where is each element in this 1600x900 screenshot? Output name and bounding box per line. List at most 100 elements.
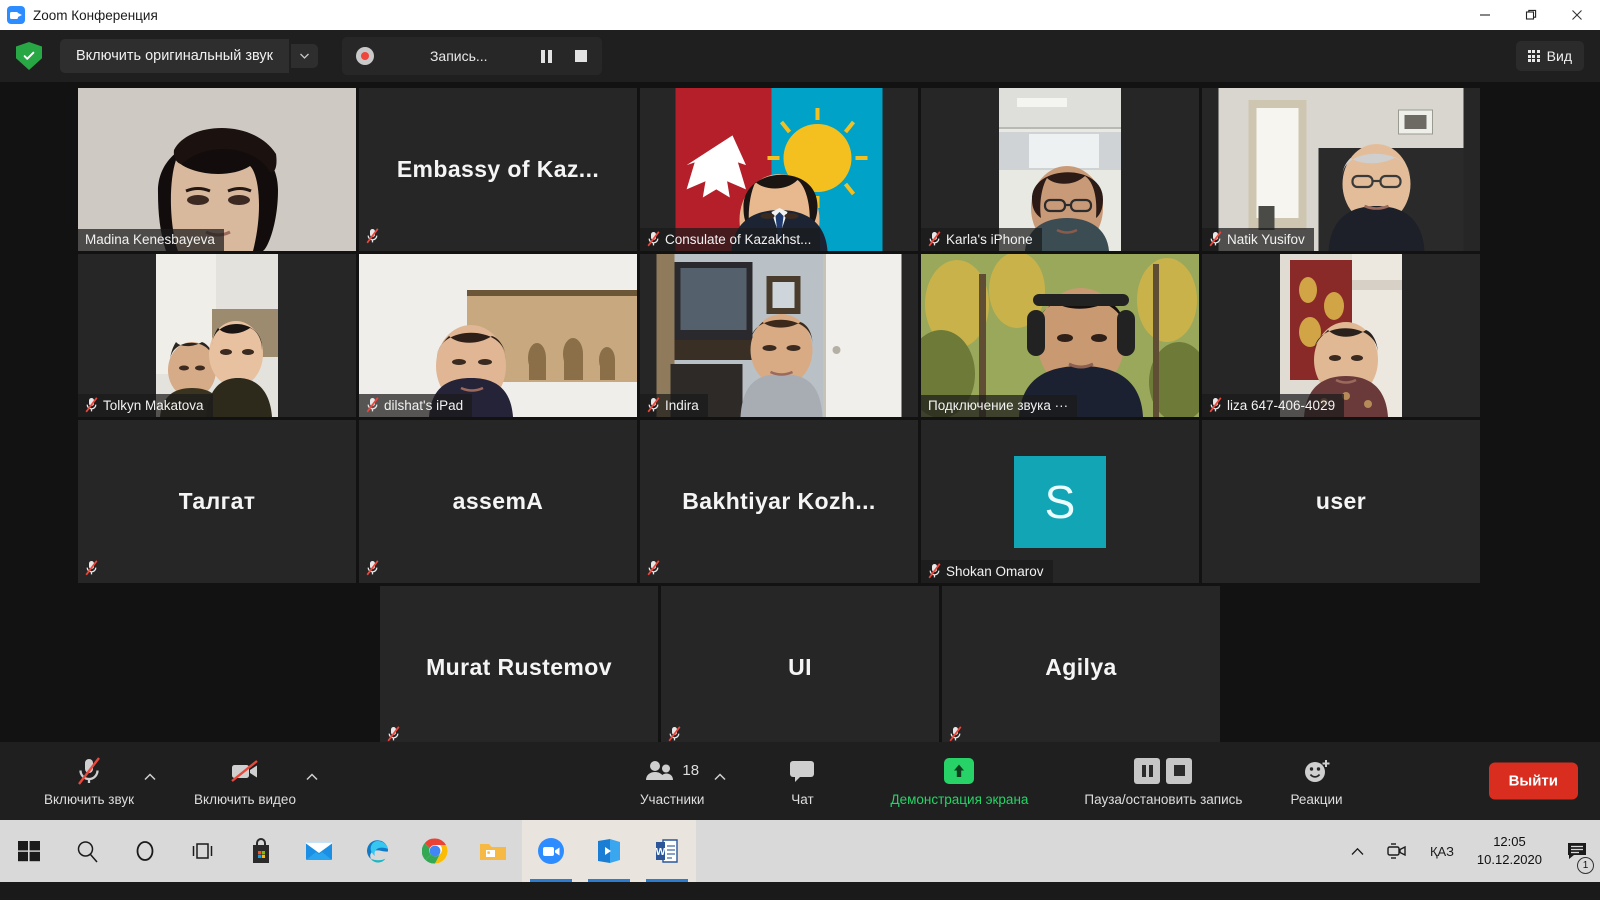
participant-tile[interactable]: Karla's iPhone xyxy=(921,88,1199,251)
participant-video xyxy=(1218,88,1464,251)
participant-video xyxy=(359,254,637,417)
video-grid-row: Murat Rustemov UI Agilya xyxy=(78,586,1522,749)
video-control-group: Включить видео xyxy=(188,756,318,807)
participant-name: Embassy of Kaz... xyxy=(396,156,600,182)
maximize-button[interactable] xyxy=(1508,0,1554,30)
notification-count: 1 xyxy=(1577,857,1594,874)
participant-video xyxy=(1280,254,1402,417)
participant-tile[interactable]: Consulate of Kazakhst... xyxy=(640,88,918,251)
folder-icon[interactable] xyxy=(464,820,522,882)
mic-muted-icon xyxy=(1209,231,1222,247)
participant-name: Талгат xyxy=(178,488,256,514)
meeting-control-bar: Включить звук Включить видео 18 Участник… xyxy=(0,742,1600,820)
participant-name: dilshat's iPad xyxy=(384,397,464,413)
participant-video xyxy=(675,88,883,251)
chat-button[interactable]: Чат xyxy=(772,756,832,807)
cortana-circle-icon[interactable] xyxy=(116,820,174,882)
mic-muted-icon xyxy=(647,560,660,576)
pause-icon[interactable] xyxy=(1134,757,1161,784)
leave-meeting-button[interactable]: Выйти xyxy=(1488,762,1578,800)
participant-tile[interactable]: Подключение звука ··· xyxy=(921,254,1199,417)
participant-nameplate: liza 647-406-4029 xyxy=(1202,394,1345,417)
grid-view-icon xyxy=(1527,50,1540,62)
pause-stop-recording-button[interactable]: Пауза/остановить запись xyxy=(1078,756,1248,807)
participants-button[interactable]: 18 Участники xyxy=(634,756,711,807)
participant-tile[interactable]: assemA xyxy=(359,420,637,583)
search-icon[interactable] xyxy=(58,820,116,882)
pause-recording-button[interactable] xyxy=(530,39,564,73)
participant-name: Madina Kenesbayeva xyxy=(85,232,215,247)
share-screen-button[interactable]: Демонстрация экрана xyxy=(884,756,1034,807)
video-toggle-label: Включить видео xyxy=(194,791,296,807)
participant-tile[interactable]: Tolkyn Makatova xyxy=(78,254,356,417)
participant-tile[interactable]: Bakhtiyar Kozh... xyxy=(640,420,918,583)
word-icon[interactable]: W xyxy=(638,820,696,882)
language-indicator[interactable]: ҚАЗ xyxy=(1419,844,1465,859)
participant-name: Natik Yusifov xyxy=(1227,231,1305,247)
recording-indicator-group: Запись... xyxy=(341,37,602,75)
participant-tile[interactable]: Embassy of Kaz... xyxy=(359,88,637,251)
notification-icon[interactable]: 1 xyxy=(1554,820,1600,882)
audio-toggle-button[interactable]: Включить звук xyxy=(38,756,140,807)
edge-icon[interactable] xyxy=(348,820,406,882)
participant-tile[interactable]: user xyxy=(1202,420,1480,583)
video-options-chevron-icon[interactable] xyxy=(306,772,318,784)
participant-name: Karla's iPhone xyxy=(946,231,1033,247)
chevron-down-icon[interactable] xyxy=(290,44,318,68)
mic-muted-icon xyxy=(949,726,962,742)
original-sound-button[interactable]: Включить оригинальный звук xyxy=(60,39,289,73)
minimize-button[interactable] xyxy=(1462,0,1508,30)
audio-options-chevron-icon[interactable] xyxy=(144,772,156,784)
participants-options-chevron-icon[interactable] xyxy=(714,772,726,784)
security-shield-icon[interactable] xyxy=(16,42,42,70)
camera-tray-icon[interactable] xyxy=(1375,842,1419,860)
participant-name: Tolkyn Makatova xyxy=(103,397,204,413)
windows-taskbar: W ҚАЗ 12:05 10.12.2020 1 xyxy=(0,820,1600,882)
participant-tile[interactable]: Natik Yusifov xyxy=(1202,88,1480,251)
mail-envelope-icon[interactable] xyxy=(290,820,348,882)
video-grid-row: Madina Kenesbayeva Embassy of Kaz... Con… xyxy=(78,88,1522,251)
mic-muted-icon xyxy=(85,560,98,576)
zoom-app[interactable] xyxy=(522,820,580,882)
participant-tile[interactable]: UI xyxy=(661,586,939,749)
close-button[interactable] xyxy=(1554,0,1600,30)
task-view-icon[interactable] xyxy=(174,820,232,882)
participant-name: assemA xyxy=(452,488,544,514)
participant-name: Подключение звука ··· xyxy=(928,398,1069,413)
mic-muted-icon xyxy=(387,726,400,742)
participant-tile[interactable]: dilshat's iPad xyxy=(359,254,637,417)
reactions-button[interactable]: Реакции xyxy=(1284,756,1348,807)
participant-tile[interactable]: Agilya xyxy=(942,586,1220,749)
chrome-icon[interactable] xyxy=(406,820,464,882)
participant-tile[interactable]: Murat Rustemov xyxy=(380,586,658,749)
view-button[interactable]: Вид xyxy=(1515,41,1584,71)
participant-name: Murat Rustemov xyxy=(426,654,612,680)
clock[interactable]: 12:05 10.12.2020 xyxy=(1465,833,1554,868)
mic-muted-icon xyxy=(647,397,660,413)
participant-tile[interactable]: Madina Kenesbayeva xyxy=(78,88,356,251)
start-button[interactable] xyxy=(0,820,58,882)
video-toggle-button[interactable]: Включить видео xyxy=(188,756,302,807)
participant-tile[interactable]: liza 647-406-4029 xyxy=(1202,254,1480,417)
participant-tile[interactable]: S Shokan Omarov xyxy=(921,420,1199,583)
share-screen-label: Демонстрация экрана xyxy=(890,791,1029,807)
mic-muted-icon xyxy=(647,231,660,247)
participant-nameplate: Karla's iPhone xyxy=(921,228,1042,251)
participant-name: UI xyxy=(788,654,812,680)
participant-nameplate: dilshat's iPad xyxy=(359,394,473,417)
show-hidden-icons-button[interactable] xyxy=(1340,847,1375,856)
video-grid-row: Tolkyn Makatova dilshat's iPad Indira По… xyxy=(78,254,1522,417)
avatar: S xyxy=(1014,455,1106,548)
stop-icon[interactable] xyxy=(1166,757,1193,784)
participant-tile[interactable]: Indira xyxy=(640,254,918,417)
camera-off-icon xyxy=(229,756,261,786)
participant-tile[interactable]: Талгат xyxy=(78,420,356,583)
participant-video xyxy=(78,88,356,251)
chat-bubble-icon xyxy=(788,756,816,786)
participant-name: user xyxy=(1315,488,1367,514)
stop-recording-button[interactable] xyxy=(564,39,598,73)
participant-nameplate: Madina Kenesbayeva xyxy=(78,229,224,251)
movies-tv-icon[interactable] xyxy=(580,820,638,882)
store-bag-icon[interactable] xyxy=(232,820,290,882)
mic-muted-icon xyxy=(85,397,98,413)
